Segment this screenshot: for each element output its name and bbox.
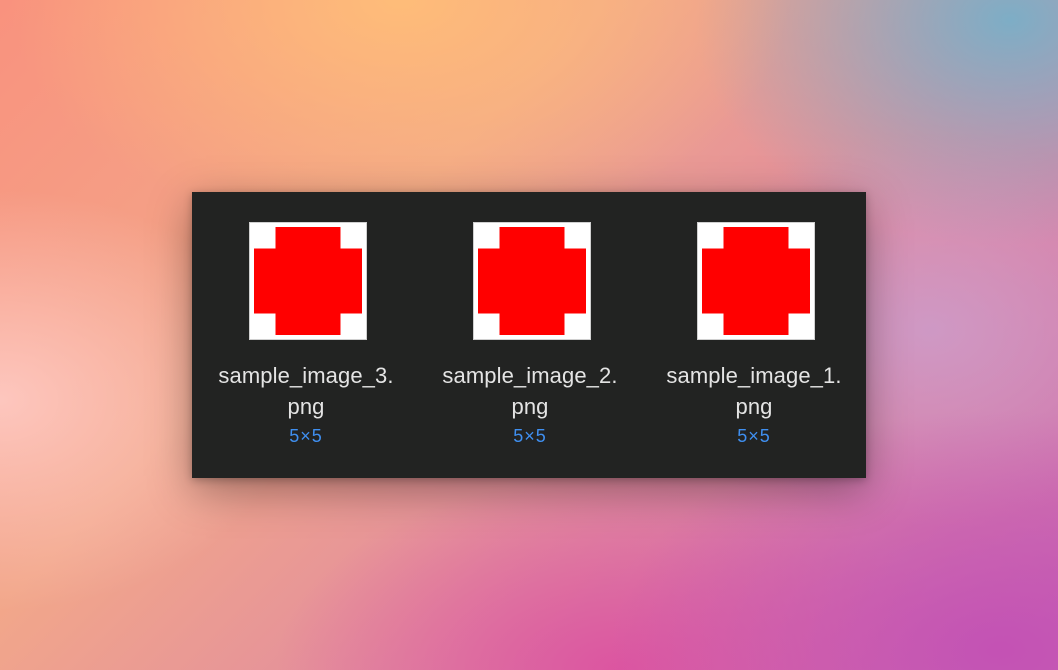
- file-name-line-1: sample_image_2.: [442, 363, 618, 388]
- file-name: sample_image_2. png: [418, 360, 642, 422]
- file-item-sample-image-1[interactable]: sample_image_1. png 5×5: [642, 192, 866, 478]
- file-name-line-2: png: [735, 394, 773, 419]
- image-thumbnail-icon[interactable]: [249, 222, 367, 340]
- file-name: sample_image_3. png: [194, 360, 418, 422]
- image-thumbnail-icon[interactable]: [697, 222, 815, 340]
- red-cross-image: [702, 227, 810, 335]
- red-cross-image: [478, 227, 586, 335]
- file-item-sample-image-3[interactable]: sample_image_3. png 5×5: [194, 192, 418, 478]
- image-thumbnail-icon[interactable]: [473, 222, 591, 340]
- file-preview-panel: sample_image_3. png 5×5 sample_image_2. …: [192, 192, 866, 478]
- image-dimensions: 5×5: [737, 426, 771, 446]
- image-dimensions: 5×5: [289, 426, 323, 446]
- file-name-line-1: sample_image_3.: [218, 363, 394, 388]
- file-name-line-2: png: [511, 394, 549, 419]
- file-name: sample_image_1. png: [642, 360, 866, 422]
- red-cross-image: [254, 227, 362, 335]
- file-item-sample-image-2[interactable]: sample_image_2. png 5×5: [418, 192, 642, 478]
- image-dimensions: 5×5: [513, 426, 547, 446]
- file-name-line-1: sample_image_1.: [666, 363, 842, 388]
- file-name-line-2: png: [287, 394, 325, 419]
